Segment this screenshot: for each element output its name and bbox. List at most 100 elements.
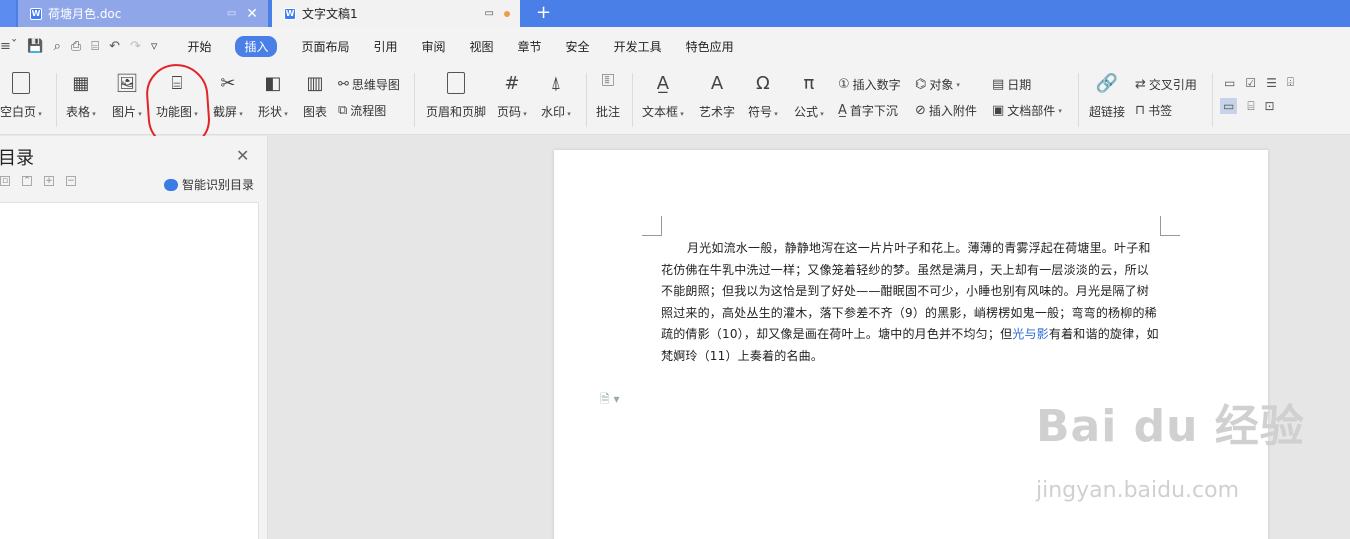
toc-list[interactable] xyxy=(0,202,259,539)
wordart-button[interactable]: A 艺术字 xyxy=(699,71,735,120)
checkbox-icon[interactable]: ☑ xyxy=(1245,76,1256,90)
divider xyxy=(1078,73,1079,127)
tab-document-hetang[interactable]: W 荷塘月色.doc ▭ ✕ xyxy=(18,0,268,27)
tab-scroll-strip xyxy=(0,0,16,27)
shape-icon: ◧ xyxy=(264,72,282,94)
menu-special[interactable]: 特色应用 xyxy=(686,38,734,55)
smart-toc-button[interactable]: 智能识别目录 xyxy=(164,176,254,193)
bar-chart-icon: ▥ xyxy=(306,72,324,94)
close-icon[interactable]: ✕ xyxy=(246,6,258,22)
blank-page-button[interactable]: 空白页 xyxy=(0,71,42,120)
menu-bar: ≡ˇ 💾 ⌕ ⎙ ⌸ ↶ ↷ ▿ 开始 插入 页面布局 引用 审阅 视图 章节 … xyxy=(0,27,1350,65)
watermark-brand: Bai du 经验 xyxy=(1036,401,1305,452)
list-box-icon[interactable]: ☰ xyxy=(1266,76,1277,90)
menu-developer[interactable]: 开发工具 xyxy=(614,38,662,55)
dropcap-icon: A̲ xyxy=(838,103,847,118)
picture-button[interactable]: 🖼 图片 xyxy=(112,71,142,120)
save-icon[interactable]: 💾 xyxy=(27,39,43,54)
lock-icon[interactable]: ⊡ xyxy=(1265,99,1275,113)
form-field-icon[interactable]: ▭ xyxy=(1224,76,1235,90)
page-number-icon: # xyxy=(504,72,520,94)
cross-ref-button[interactable]: ⇄ 交叉引用 xyxy=(1135,76,1197,93)
cross-ref-icon: ⇄ xyxy=(1135,77,1146,92)
design-mode-icon[interactable]: ▭ xyxy=(1220,98,1238,114)
bookmark-button[interactable]: ⊓ 书签 xyxy=(1135,102,1172,119)
mindmap-icon: ⚯ xyxy=(338,77,349,92)
toc-toolbar: ▫ ⌃ + − xyxy=(0,176,76,186)
remove-level-icon[interactable]: − xyxy=(66,176,76,186)
menu-section[interactable]: 章节 xyxy=(518,38,542,55)
menu-references[interactable]: 引用 xyxy=(373,38,397,55)
unsaved-dot-icon xyxy=(504,10,510,17)
menu-insert[interactable]: 插入 xyxy=(235,35,278,57)
menu-chevron-icon[interactable]: ≡ˇ xyxy=(0,39,17,54)
customize-chevron-icon[interactable]: ▿ xyxy=(151,39,158,54)
menu-page-layout[interactable]: 页面布局 xyxy=(301,38,349,55)
print-preview-icon[interactable]: ⌸ xyxy=(91,39,99,54)
formula-button[interactable]: π 公式 xyxy=(794,71,824,120)
dropcap-button[interactable]: A̲ 首字下沉 xyxy=(838,102,898,119)
symbol-button[interactable]: Ω 符号 xyxy=(748,71,778,120)
flowchart-icon: ⧉ xyxy=(338,103,348,118)
shape-button[interactable]: ◧ 形状 xyxy=(258,71,288,120)
comment-button[interactable]: 🗉 批注 xyxy=(596,70,620,120)
menu-security[interactable]: 安全 xyxy=(566,38,590,55)
float-window-icon[interactable]: ▭ xyxy=(227,8,236,19)
wordart-icon: A xyxy=(710,72,724,94)
screenshot-button[interactable]: ✂ 截屏 xyxy=(213,71,243,120)
word-doc-icon: W xyxy=(30,7,42,20)
undo-icon[interactable]: ↶ xyxy=(109,39,120,54)
tab-document-new[interactable]: W 文字文稿1 ▭ xyxy=(272,0,520,27)
doc-parts-icon: ▣ xyxy=(992,103,1005,118)
collapse-icon[interactable]: ▫ xyxy=(0,176,10,186)
form-controls-row-1: ▭ ☑ ☰ ⌹ xyxy=(1224,75,1294,90)
image-control-icon[interactable]: ⌹ xyxy=(1287,75,1294,90)
watermark-button[interactable]: ⍋ 水印 xyxy=(541,71,571,120)
form-controls-row-2: ▭ ⌸ ⊡ xyxy=(1220,98,1275,114)
paragraph-layout-icon[interactable]: 🗎 ▾ xyxy=(600,390,620,411)
new-tab-plus-icon[interactable]: + xyxy=(536,2,551,23)
move-up-icon[interactable]: ⌃ xyxy=(22,176,32,186)
divider xyxy=(586,73,587,127)
properties-icon[interactable]: ⌸ xyxy=(1247,99,1254,114)
insert-number-button[interactable]: ① 插入数字 xyxy=(838,76,901,93)
divider xyxy=(414,73,415,127)
body-paragraph[interactable]: 月光如流水一般，静静地泻在这一片片叶子和花上。薄薄的青雾浮起在荷塘里。叶子和花仿… xyxy=(661,238,1161,368)
menu-home[interactable]: 开始 xyxy=(187,38,211,55)
menu-review[interactable]: 审阅 xyxy=(422,38,446,55)
hyperlink-button[interactable]: 🔗 超链接 xyxy=(1089,71,1125,120)
word-doc-icon: W xyxy=(284,7,296,20)
margin-corner-mark xyxy=(1160,216,1180,236)
table-button[interactable]: ▦ 表格 xyxy=(66,71,96,120)
mindmap-button[interactable]: ⚯ 思维导图 xyxy=(338,76,400,93)
dropdown-arrow-icon: ▾ xyxy=(956,80,960,89)
page-number-button[interactable]: # 页码 xyxy=(497,71,527,120)
format-painter-icon[interactable]: ⌕ xyxy=(54,39,61,54)
comment-icon: 🗉 xyxy=(601,70,615,91)
divider xyxy=(632,73,633,127)
float-window-icon[interactable]: ▭ xyxy=(485,8,494,19)
close-icon[interactable]: ✕ xyxy=(236,146,249,165)
redo-icon[interactable]: ↷ xyxy=(130,39,141,54)
tab-label: 荷塘月色.doc xyxy=(48,7,122,21)
highlighted-text: 光与影 xyxy=(1012,327,1049,342)
watermark-url: jingyan.baidu.com xyxy=(1036,478,1240,503)
link-icon: 🔗 xyxy=(1095,72,1119,94)
textbox-button[interactable]: A̲ 文本框 xyxy=(642,71,684,120)
chart-button[interactable]: ▥ 图表 xyxy=(303,71,327,120)
header-footer-button[interactable]: 页眉和页脚 xyxy=(426,71,486,120)
print-icon[interactable]: ⎙ xyxy=(71,39,81,54)
number-icon: ① xyxy=(838,77,850,92)
date-button[interactable]: ▤ 日期 xyxy=(992,76,1031,93)
add-level-icon[interactable]: + xyxy=(44,176,54,186)
object-button[interactable]: ⌬ 对象 ▾ xyxy=(915,76,960,93)
doc-parts-button[interactable]: ▣ 文档部件 ▾ xyxy=(992,102,1062,119)
baidu-watermark: Bai du 经验 jingyan.baidu.com xyxy=(1036,390,1305,503)
scissors-icon: ✂ xyxy=(220,72,236,94)
attachment-button[interactable]: ⊘ 插入附件 xyxy=(915,102,977,119)
flowchart-button[interactable]: ⧉ 流程图 xyxy=(338,102,386,119)
blank-page-icon xyxy=(9,71,33,95)
header-footer-icon xyxy=(444,71,468,95)
menu-view[interactable]: 视图 xyxy=(470,38,494,55)
title-tab-bar: W 荷塘月色.doc ▭ ✕ W 文字文稿1 ▭ + xyxy=(0,0,1350,27)
